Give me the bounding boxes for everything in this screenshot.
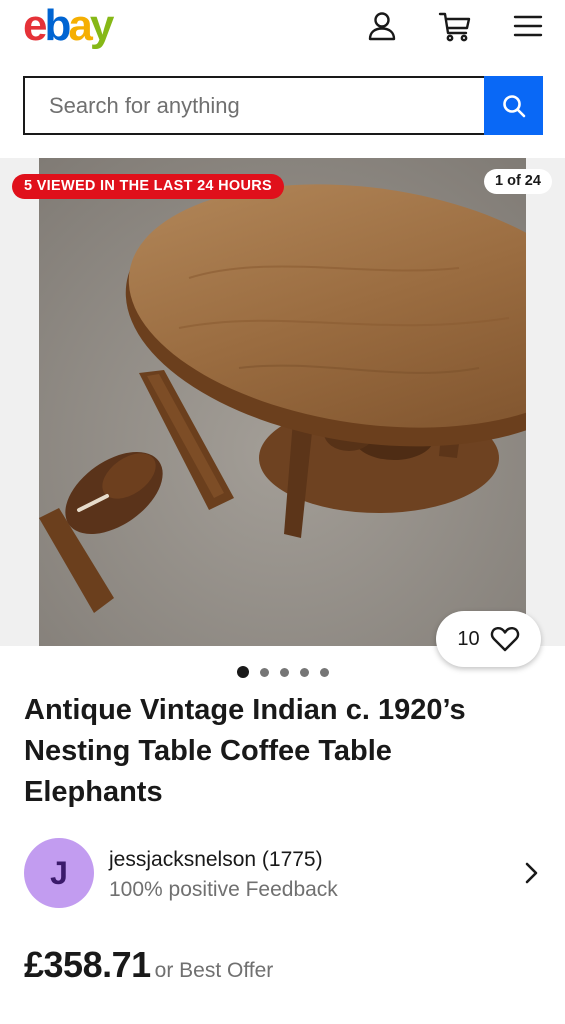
gallery-dot[interactable] [300, 667, 309, 677]
logo-letter-y: y [89, 1, 115, 50]
header: ebay [0, 0, 565, 62]
watch-count: 10 [457, 627, 480, 650]
ebay-logo[interactable]: ebay [23, 1, 115, 50]
hamburger-menu-icon[interactable] [510, 8, 546, 44]
search-bar [23, 76, 543, 135]
heart-icon [490, 626, 519, 652]
seller-info[interactable]: J jessjacksnelson (1775) 100% positive F… [24, 838, 544, 910]
account-icon[interactable] [364, 8, 400, 44]
search-button[interactable] [484, 76, 543, 135]
gallery-dots [237, 666, 329, 678]
search-input[interactable] [23, 76, 484, 135]
seller-feedback: 100% positive Feedback [109, 878, 338, 901]
image-counter: 1 of 24 [484, 169, 552, 194]
logo-letter-a: a [68, 1, 93, 50]
gallery-dot[interactable] [320, 667, 329, 677]
seller-name: jessjacksnelson (1775) [109, 848, 323, 871]
search-icon [502, 94, 525, 117]
gallery-dot-active[interactable] [237, 666, 249, 678]
seller-avatar: J [24, 838, 94, 908]
listing-title: Antique Vintage Indian c. 1920’s Nesting… [24, 694, 466, 808]
logo-letter-e: e [23, 1, 48, 50]
product-photo[interactable] [39, 158, 526, 646]
image-gallery[interactable] [0, 158, 565, 646]
cart-icon[interactable] [437, 8, 473, 44]
price: £358.71 [24, 944, 151, 985]
gallery-dot[interactable] [280, 667, 289, 677]
viewed-badge: 5 VIEWED IN THE LAST 24 HOURS [12, 174, 284, 199]
logo-letter-b: b [44, 1, 71, 50]
price-row: £358.71 or Best Offer [24, 944, 273, 986]
best-offer-text: or Best Offer [154, 959, 274, 982]
watch-button[interactable]: 10 [436, 611, 541, 667]
gallery-dot[interactable] [260, 667, 269, 677]
chevron-right-icon[interactable] [518, 860, 544, 886]
